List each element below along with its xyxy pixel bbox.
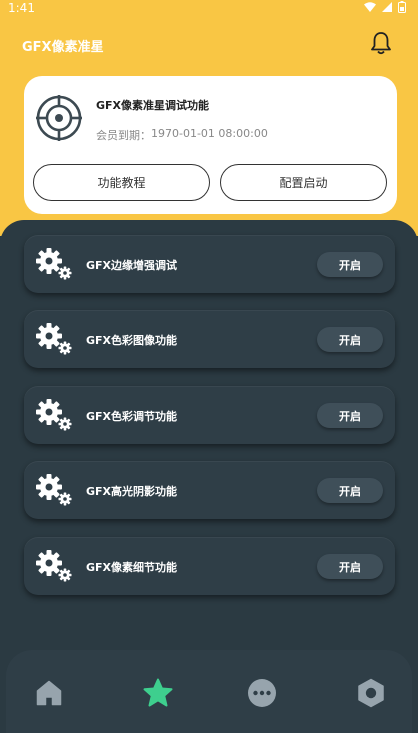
app-title: GFX像素准星 (22, 40, 104, 55)
enable-button[interactable]: 开启 (317, 327, 383, 352)
bottom-navigation (6, 650, 412, 733)
enable-button[interactable]: 开启 (317, 478, 383, 503)
feature-label: GFX高光阴影功能 (86, 485, 178, 498)
nav-favorites[interactable] (142, 677, 174, 709)
notification-bell-icon[interactable] (368, 30, 394, 56)
feature-row: GFX高光阴影功能 开启 (24, 461, 395, 519)
gears-icon (36, 323, 72, 355)
feature-label: GFX边缘增强调试 (86, 259, 178, 272)
more-icon (248, 679, 276, 707)
expiry-label: 会员到期： (96, 129, 151, 142)
crosshair-icon (36, 95, 82, 141)
status-icons (364, 1, 406, 13)
nav-home[interactable] (33, 677, 65, 709)
status-bar: 1:41 (0, 0, 418, 18)
card-title: GFX像素准星调试功能 (96, 99, 210, 112)
membership-expiry: 会员到期： 1970-01-01 08:00:00 (96, 127, 268, 143)
nav-settings[interactable] (355, 677, 387, 709)
wifi-icon (364, 2, 376, 12)
feature-label: GFX色彩调节功能 (86, 410, 178, 423)
feature-label: GFX色彩图像功能 (86, 334, 178, 347)
gears-icon (36, 399, 72, 431)
enable-button[interactable]: 开启 (317, 403, 383, 428)
gears-icon (36, 248, 72, 280)
signal-icon (382, 2, 392, 12)
status-time: 1:41 (8, 1, 35, 15)
gears-icon (36, 474, 72, 506)
feature-label: GFX像素细节功能 (86, 561, 178, 574)
feature-row: GFX像素细节功能 开启 (24, 537, 395, 595)
tutorial-button[interactable]: 功能教程 (33, 164, 210, 201)
battery-icon (398, 1, 406, 13)
enable-button[interactable]: 开启 (317, 554, 383, 579)
gears-icon (36, 550, 72, 582)
enable-button[interactable]: 开启 (317, 252, 383, 277)
header-background: 1:41 GFX像素准星 GFX像素准星调试功能 会员到期： 1970-01-0… (0, 0, 418, 236)
expiry-value: 1970-01-01 08:00:00 (151, 127, 268, 140)
config-start-button[interactable]: 配置启动 (220, 164, 387, 201)
feature-row: GFX边缘增强调试 开启 (24, 235, 395, 293)
star-icon (143, 678, 173, 707)
nav-more[interactable] (246, 677, 278, 709)
home-icon (36, 680, 62, 706)
settings-icon (358, 678, 384, 708)
feature-row: GFX色彩图像功能 开启 (24, 310, 395, 368)
membership-card: GFX像素准星调试功能 会员到期： 1970-01-01 08:00:00 功能… (24, 76, 397, 214)
feature-row: GFX色彩调节功能 开启 (24, 386, 395, 444)
